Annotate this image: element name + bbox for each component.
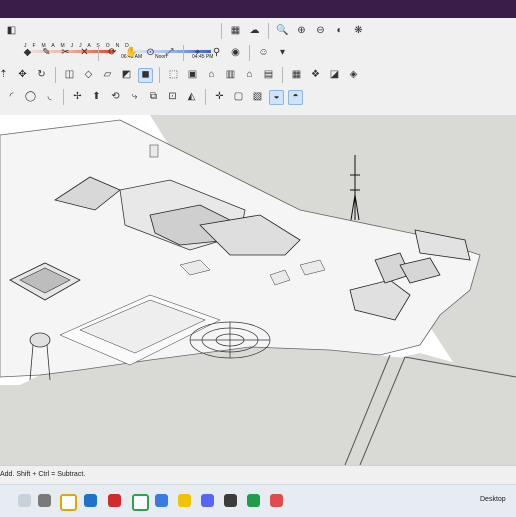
toolbar-row-3: ⇡ ✥ ↻ ◫ ◇ ▱ ◩ ◼ ⬚ ▣ ⌂ ▥ ⌂ ▤ ▦ ❖ ◪ ◈ (0, 64, 363, 86)
chevron-down-icon[interactable]: ▾ (275, 46, 290, 61)
scale-icon[interactable]: ⧉ (146, 90, 161, 105)
task-view-icon[interactable] (18, 494, 31, 507)
app-icon[interactable] (224, 494, 237, 507)
paint-bucket-icon[interactable]: ◆ (20, 46, 35, 61)
tape-measure-icon[interactable]: ✎ (39, 46, 54, 61)
desktop-label[interactable]: Desktop (480, 496, 506, 503)
zoom-tool-icon[interactable]: ⊙ (143, 46, 158, 61)
styles-icon[interactable]: ◈ (346, 68, 361, 83)
mail-icon[interactable] (155, 494, 168, 507)
user-account-icon[interactable]: ☺ (256, 46, 271, 61)
windows-taskbar: Desktop (0, 484, 516, 517)
zoom-extents-icon[interactable]: ⊖ (313, 24, 328, 39)
front-view-icon[interactable]: ⌂ (204, 68, 219, 83)
protractor-icon[interactable]: ✂ (58, 46, 73, 61)
next-view-icon[interactable]: ❋ (351, 24, 366, 39)
section-display-icon[interactable]: ◒ (269, 89, 284, 105)
layers-icon[interactable]: ▦ (289, 68, 304, 83)
materials-icon[interactable]: ◪ (327, 68, 342, 83)
warehouse-icon[interactable]: ▦ (228, 24, 243, 39)
rotate-tool-icon[interactable]: ⟲ (108, 90, 123, 105)
toolbar-row-1: ◧ ▦ ☁ 🔍 ⊕ ⊖ ◐ ❋ (0, 20, 368, 42)
section-cut-icon[interactable]: ▧ (250, 90, 265, 105)
offset-icon[interactable]: ⊡ (165, 90, 180, 105)
chrome-profile-icon[interactable] (132, 494, 149, 511)
share-model-icon[interactable]: ☁ (247, 24, 262, 39)
zoom-icon[interactable]: 🔍 (275, 24, 290, 39)
wireframe-style-icon[interactable]: ▱ (100, 68, 115, 83)
axes-icon[interactable]: ✕ (77, 46, 92, 61)
move-icon[interactable]: ✥ (15, 68, 30, 83)
position-camera-icon[interactable]: ⌖ (190, 46, 205, 61)
toolbar-row-4: ◜ ◯ ◟ ✢ ⬆ ⟲ ⤷ ⧉ ⊡ ◭ ✛ ▢ ▧ ◒ ◓ (0, 86, 305, 108)
back-view-icon[interactable]: ⌂ (242, 68, 257, 83)
pan-icon[interactable]: ✋ (124, 46, 139, 61)
walk-icon[interactable]: ⚲ (209, 46, 224, 61)
top-view-icon[interactable]: ▣ (185, 68, 200, 83)
right-view-icon[interactable]: ▥ (223, 68, 238, 83)
push-pull-icon[interactable]: ⇡ (0, 68, 11, 83)
push-pull-tool-icon[interactable]: ⬆ (89, 90, 104, 105)
follow-me-icon[interactable]: ⤷ (127, 90, 142, 105)
toolbar-row-2: ◆ ✎ ✂ ✕ ⟳ ✋ ⊙ ⤢ ⌖ ⚲ ◉ ☺ ▾ (0, 42, 292, 64)
arc-icon[interactable]: ◜ (4, 90, 19, 105)
back-edges-style-icon[interactable]: ◇ (81, 68, 96, 83)
fog-icon[interactable]: ▢ (231, 90, 246, 105)
sketchup-icon[interactable] (270, 494, 283, 507)
zoom-window-icon[interactable]: ⊕ (294, 24, 309, 39)
sheets-icon[interactable] (247, 494, 260, 507)
model-drawing (0, 115, 516, 465)
left-view-icon[interactable]: ▤ (261, 68, 276, 83)
move-tool-icon[interactable]: ✢ (70, 90, 85, 105)
orbit-icon[interactable]: ⟳ (105, 46, 120, 61)
previous-view-icon[interactable]: ◐ (332, 24, 347, 39)
components-icon[interactable]: ❖ (308, 68, 323, 83)
eraser-icon[interactable]: ◧ (4, 24, 19, 39)
discord-icon[interactable] (201, 494, 214, 507)
orbit-view-icon[interactable]: ✛ (212, 90, 227, 105)
wps-office-icon[interactable] (108, 494, 121, 507)
model-viewport[interactable] (0, 115, 516, 465)
edge-icon[interactable] (84, 494, 97, 507)
shaded-style-icon[interactable]: ◼ (138, 67, 153, 83)
chrome-icon[interactable] (60, 494, 77, 511)
toolbar-area: ◧ ▦ ☁ 🔍 ⊕ ⊖ ◐ ❋ J F M A M J J A S O N D … (0, 18, 516, 115)
rotate-icon[interactable]: ↻ (34, 68, 49, 83)
look-around-icon[interactable]: ◉ (228, 46, 243, 61)
status-bar: Add. Shift + Ctrl = Subtract. (0, 465, 516, 485)
window-title-bar (0, 0, 516, 18)
hidden-line-style-icon[interactable]: ◩ (119, 68, 134, 83)
xray-style-icon[interactable]: ◫ (62, 68, 77, 83)
section-fill-icon[interactable]: ◓ (288, 89, 303, 105)
status-hint-text: Add. Shift + Ctrl = Subtract. (0, 471, 86, 478)
epic-games-icon[interactable] (38, 494, 51, 507)
sticky-notes-icon[interactable] (178, 494, 191, 507)
zoom-extents-tool-icon[interactable]: ⤢ (162, 46, 177, 61)
polygon-icon[interactable]: ◟ (42, 90, 57, 105)
section-plane-icon[interactable]: ◭ (184, 90, 199, 105)
iso-view-icon[interactable]: ⬚ (166, 68, 181, 83)
circle-icon[interactable]: ◯ (23, 90, 38, 105)
